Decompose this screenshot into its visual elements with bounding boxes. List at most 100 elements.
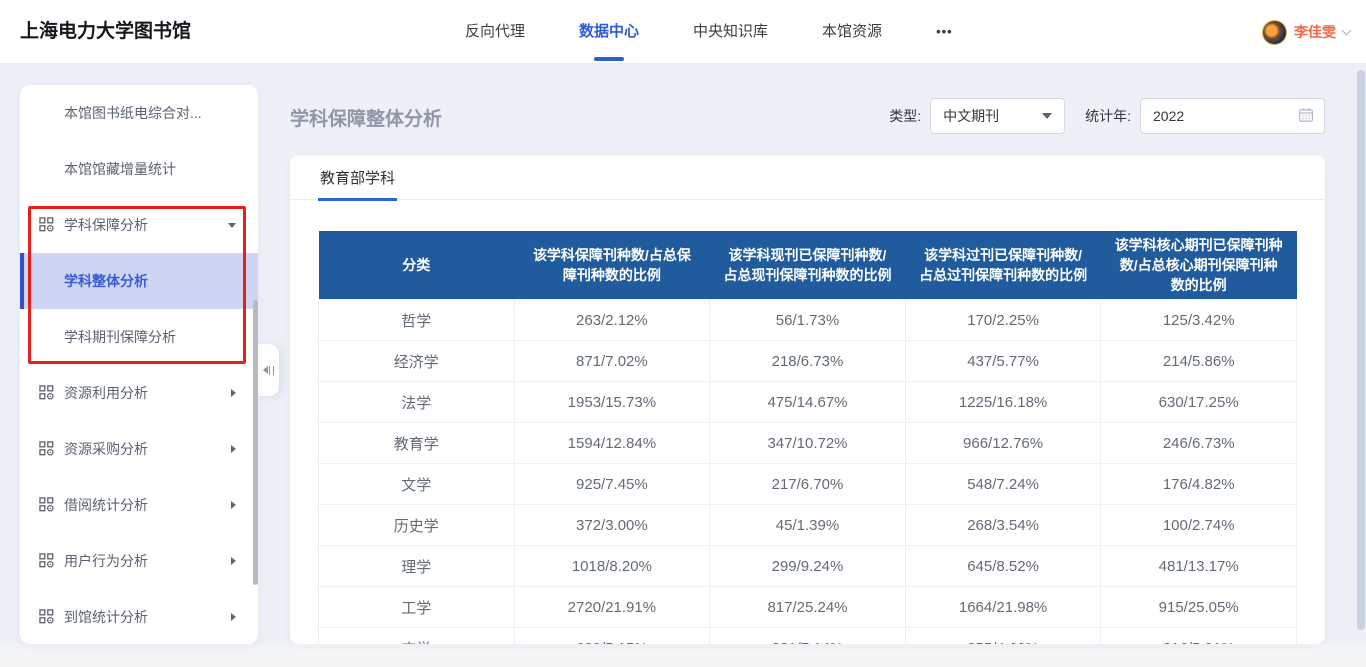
- value-cell: 218/6.73%: [709, 340, 906, 382]
- category-cell: 历史学: [318, 504, 515, 546]
- sidebar-item[interactable]: 学科保障分析: [20, 197, 258, 253]
- tab-bar: 教育部学科: [290, 155, 1325, 201]
- tab-ministry-subjects[interactable]: 教育部学科: [318, 155, 398, 201]
- sidebar-item-label: 资源采购分析: [64, 441, 148, 457]
- category-cell: 文学: [318, 463, 515, 505]
- nav-item[interactable]: 反向代理: [438, 0, 552, 64]
- sidebar-item[interactable]: 到馆统计分析: [20, 589, 258, 645]
- category-cell: 教育学: [318, 422, 515, 464]
- value-cell: 56/1.73%: [709, 299, 906, 341]
- grid-icon: [39, 441, 54, 459]
- caret-down-icon: [1042, 113, 1053, 119]
- value-cell: 1225/16.18%: [904, 381, 1102, 423]
- nav-item-label: 反向代理: [465, 23, 526, 40]
- type-select[interactable]: 中文期刊: [930, 98, 1066, 134]
- caret-right-icon: [231, 445, 236, 453]
- value-cell: 216/5.91%: [1100, 627, 1297, 644]
- table-row: 法学 1953/15.73% 475/14.67% 1225/16.18% 630/17…: [318, 381, 1297, 423]
- year-filter-label: 统计年:: [1085, 108, 1131, 124]
- avatar: [1262, 19, 1287, 45]
- sidebar-item[interactable]: 资源采购分析: [20, 421, 258, 477]
- value-cell: 125/3.42%: [1100, 299, 1297, 341]
- value-cell: 1953/15.73%: [513, 381, 711, 423]
- value-cell: 915/25.05%: [1100, 586, 1297, 628]
- user-menu[interactable]: 李佳雯: [1262, 0, 1352, 64]
- grid-icon: [39, 609, 54, 627]
- nav-item[interactable]: 数据中心: [552, 0, 666, 64]
- sidebar-item[interactable]: 本馆图书纸电综合对...: [20, 85, 258, 141]
- page-scrollbar[interactable]: [1357, 70, 1365, 630]
- sidebar-item[interactable]: 学科期刊保障分析: [20, 309, 258, 365]
- value-cell: 630/17.25%: [1100, 381, 1297, 423]
- caret-down-icon: [228, 222, 236, 228]
- category-cell: 法学: [318, 381, 515, 423]
- grid-icon: [39, 385, 54, 403]
- top-nav: 反向代理 数据中心 中央知识库 本馆资源 •••: [438, 0, 980, 64]
- collapse-sidebar-icon: [263, 365, 274, 375]
- value-cell: 817/25.24%: [709, 586, 906, 628]
- value-cell: 268/3.54%: [904, 504, 1102, 546]
- nav-item[interactable]: •••: [909, 0, 980, 64]
- sidebar-item[interactable]: 用户行为分析: [20, 533, 258, 589]
- caret-right-icon: [231, 389, 236, 397]
- value-cell: 45/1.39%: [709, 504, 906, 546]
- table-row: 经济学 871/7.02% 218/6.73% 437/5.77% 214/5.86%: [318, 340, 1297, 382]
- sidebar-scrollbar[interactable]: [253, 300, 258, 585]
- table-header-row: 分类 该学科保障刊种数/占总保障刊种数的比例 该学科现刊已保障刊种数/占总现刊保障刊…: [318, 231, 1297, 300]
- app-title: 上海电力大学图书馆: [20, 21, 192, 42]
- sidebar-item[interactable]: 本馆馆藏增量统计: [20, 141, 258, 197]
- value-cell: 2720/21.91%: [513, 586, 711, 628]
- caret-right-icon: [231, 501, 236, 509]
- value-cell: 263/2.12%: [513, 299, 711, 341]
- grid-icon: [39, 553, 54, 571]
- sidebar-item[interactable]: 借阅统计分析: [20, 477, 258, 533]
- page-title: 学科保障整体分析: [290, 109, 443, 130]
- calendar-icon: [1298, 107, 1314, 126]
- table-row: 农学639/5.15%231/7.14%355/4.69%216/5.91%: [318, 627, 1297, 644]
- value-cell: 355/4.69%: [904, 627, 1102, 644]
- nav-item-label: 中央知识库: [693, 23, 769, 40]
- value-cell: 871/7.02%: [513, 340, 711, 382]
- user-name: 李佳雯: [1294, 24, 1336, 40]
- table-row: 历史学 372/3.00% 45/1.39% 268/3.54% 100/2.74%: [318, 504, 1297, 546]
- sidebar-item-label: 学科期刊保障分析: [64, 329, 176, 345]
- nav-item-label: 本馆资源: [822, 23, 883, 40]
- value-cell: 170/2.25%: [904, 299, 1102, 341]
- nav-item[interactable]: 中央知识库: [666, 0, 795, 64]
- value-cell: 437/5.77%: [904, 340, 1102, 382]
- table-row: 工学 2720/21.91% 817/25.24% 1664/21.98% 915/25…: [318, 586, 1297, 628]
- value-cell: 639/5.15%: [513, 627, 711, 644]
- category-cell: 农学: [318, 627, 515, 644]
- footer-strip: [0, 644, 1366, 667]
- sidebar-item-label: 资源利用分析: [64, 385, 148, 401]
- content-card: 教育部学科 分类 该学科保障刊种数/占总保障刊种数的比例 该学科现刊已保障刊种数/占…: [290, 155, 1325, 644]
- value-cell: 246/6.73%: [1100, 422, 1297, 464]
- top-header: 上海电力大学图书馆 反向代理 数据中心 中央知识库 本馆资源 ••• 李佳雯: [0, 0, 1366, 64]
- value-cell: 1018/8.20%: [513, 545, 711, 587]
- nav-item-label: 数据中心: [579, 23, 640, 40]
- sidebar-item[interactable]: 学科整体分析: [20, 253, 258, 309]
- year-input[interactable]: 2022: [1140, 98, 1325, 134]
- value-cell: 1594/12.84%: [513, 422, 711, 464]
- caret-right-icon: [231, 613, 236, 621]
- chevron-down-icon: [1341, 25, 1352, 35]
- value-cell: 372/3.00%: [513, 504, 711, 546]
- value-cell: 347/10.72%: [709, 422, 906, 464]
- value-cell: 475/14.67%: [709, 381, 906, 423]
- value-cell: 217/6.70%: [709, 463, 906, 505]
- subject-table: 分类 该学科保障刊种数/占总保障刊种数的比例 该学科现刊已保障刊种数/占总现刊保障刊…: [318, 231, 1297, 644]
- column-header: 该学科核心期刊已保障刊种数/占总核心期刊保障刊种数的比例: [1100, 231, 1297, 300]
- column-header: 分类: [318, 231, 515, 300]
- column-header: 该学科过刊已保障刊种数/占总过刊保障刊种数的比例: [905, 231, 1101, 300]
- sidebar-collapse-button[interactable]: [258, 344, 279, 396]
- category-cell: 哲学: [318, 299, 515, 341]
- grid-icon: [39, 497, 54, 515]
- nav-item[interactable]: 本馆资源: [795, 0, 909, 64]
- sidebar-item-label: 借阅统计分析: [64, 497, 148, 513]
- sidebar-item[interactable]: 资源利用分析: [20, 365, 258, 421]
- type-filter-label: 类型:: [889, 108, 922, 124]
- sidebar-item-label: 学科保障分析: [64, 217, 148, 233]
- sidebar-menu: 本馆图书纸电综合对... 本馆馆藏增量统计 学科保障分析 学科整体分析 学科期刊…: [20, 85, 258, 645]
- value-cell: 925/7.45%: [513, 463, 711, 505]
- sidebar-item-label: 到馆统计分析: [64, 609, 148, 625]
